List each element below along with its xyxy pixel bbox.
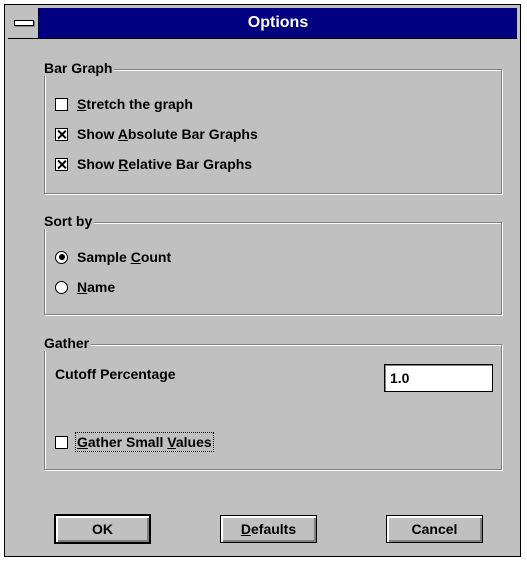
- ok-button[interactable]: OK: [54, 514, 151, 544]
- sort-sample-count-radio[interactable]: Sample Count: [55, 249, 171, 265]
- show-absolute-bar-graphs-checkbox[interactable]: Show Absolute Bar Graphs: [55, 126, 258, 142]
- show-relative-bar-graphs-checkbox[interactable]: Show Relative Bar Graphs: [55, 156, 252, 172]
- radio-indicator: [55, 280, 68, 294]
- defaults-button-label: Defaults: [240, 521, 297, 537]
- sort-name-radio[interactable]: Name: [55, 279, 115, 295]
- checkbox-box: [55, 97, 68, 111]
- gather-group: Gather Cutoff Percentage 1.0 Gather Smal…: [43, 335, 502, 470]
- ok-button-label: OK: [92, 521, 113, 537]
- defaults-button[interactable]: Defaults: [220, 515, 317, 543]
- checkbox-label: Show Relative Bar Graphs: [77, 156, 253, 172]
- group-label-gather: Gather: [43, 335, 92, 351]
- stretch-graph-checkbox[interactable]: Stretch the graph: [55, 96, 193, 112]
- title-bar: Options: [8, 8, 517, 39]
- system-menu-icon: [14, 20, 34, 26]
- cutoff-percentage-input[interactable]: 1.0: [384, 364, 493, 392]
- checkbox-box: [55, 157, 68, 171]
- cutoff-percentage-label: Cutoff Percentage: [55, 366, 176, 382]
- gather-small-values-checkbox[interactable]: Gather Small Values: [55, 432, 214, 452]
- window-title: Options: [247, 14, 309, 31]
- radio-indicator: [55, 250, 68, 264]
- radio-label: Sample Count: [77, 249, 172, 265]
- group-label-sort-by: Sort by: [43, 213, 95, 229]
- group-label-bar-graph: Bar Graph: [43, 60, 115, 76]
- checkbox-label: Show Absolute Bar Graphs: [77, 126, 258, 142]
- dialog-content: Bar Graph Stretch the graph Show Absolut…: [8, 39, 517, 553]
- checkbox-label: Gather Small Values: [75, 432, 214, 452]
- checkbox-box: [55, 435, 68, 449]
- sort-by-group: Sort by Sample Count Name: [43, 213, 502, 315]
- bar-graph-group: Bar Graph Stretch the graph Show Absolut…: [43, 60, 502, 194]
- system-menu-button[interactable]: [8, 8, 39, 38]
- radio-label: Name: [77, 279, 116, 295]
- cancel-button-label: Cancel: [411, 521, 458, 537]
- checkbox-label: Stretch the graph: [77, 96, 193, 112]
- options-dialog: Options Bar Graph Stretch the graph Show…: [4, 4, 521, 557]
- cancel-button[interactable]: Cancel: [386, 515, 483, 543]
- checkbox-box: [55, 127, 68, 141]
